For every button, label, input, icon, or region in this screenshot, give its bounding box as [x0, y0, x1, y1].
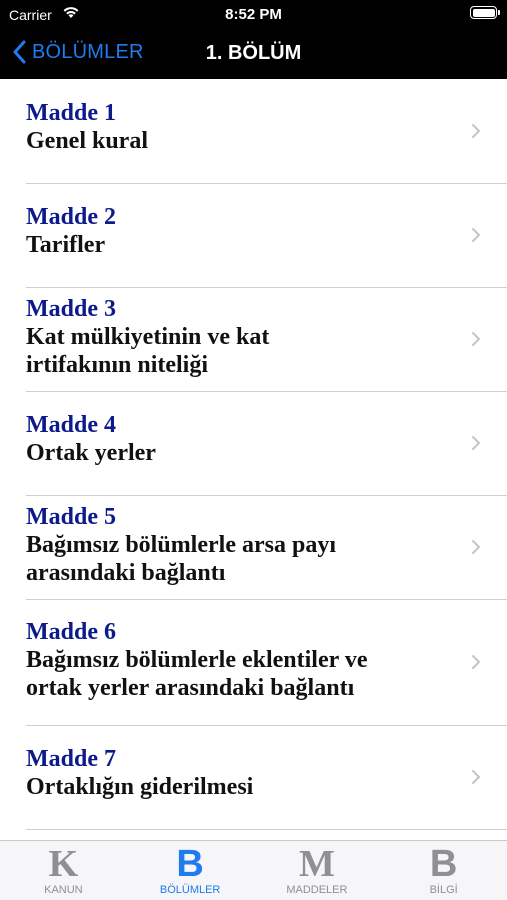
maddeler-m-icon: M [298, 843, 335, 885]
chevron-right-icon [472, 228, 480, 242]
chevron-right-icon [472, 655, 480, 669]
tab-bolumler[interactable]: B BÖLÜMLER [127, 841, 254, 900]
chevron-right-icon [472, 332, 480, 346]
madde-title-line-1: Kat mülkiyetinin ve kat [26, 324, 270, 350]
tab-maddeler[interactable]: M MADDELER [254, 841, 381, 900]
status-bar: Carrier 8:52 PM [0, 0, 507, 30]
page-title: 1. BÖLÜM [205, 42, 302, 64]
madde-title: Tarifler [26, 232, 106, 258]
madde-title: Ortak yerler [26, 440, 156, 466]
chevron-right-icon [472, 770, 480, 784]
tab-label: BÖLÜMLER [159, 884, 221, 896]
madde-number: Madde 5 [26, 504, 116, 530]
madde-number: Madde 3 [26, 296, 116, 322]
tab-label: MADDELER [286, 884, 348, 896]
madde-number: Madde 6 [26, 619, 116, 645]
tab-label: BİLGİ [429, 884, 458, 896]
list-item-madde-1[interactable]: Madde 1 Genel kural [0, 79, 507, 184]
navigation-bar: BÖLÜMLER 1. BÖLÜM [0, 30, 507, 79]
battery-icon [470, 6, 500, 19]
top-bar: Carrier 8:52 PM BÖLÜMLER 1. BÖLÜM [0, 0, 507, 79]
madde-title-line-1: Bağımsız bölümlerle eklentiler ve [26, 647, 368, 673]
chevron-right-icon [472, 436, 480, 450]
kanun-k-icon: K [48, 843, 79, 885]
tab-bilgi[interactable]: B BİLGİ [380, 841, 507, 900]
list-item-madde-2[interactable]: Madde 2 Tarifler [0, 183, 507, 288]
madde-title-line-2: arasındaki bağlantı [26, 560, 226, 586]
chevron-right-icon [472, 540, 480, 554]
madde-title-line-1: Bağımsız bölümlerle arsa payı [26, 532, 336, 558]
list-item-madde-7[interactable]: Madde 7 Ortaklığın giderilmesi [0, 725, 507, 830]
list-item-madde-3[interactable]: Madde 3 Kat mülkiyetinin ve kat irtifakı… [0, 287, 507, 392]
list-item-madde-6[interactable]: Madde 6 Bağımsız bölümlerle eklentiler v… [0, 599, 507, 726]
madde-number: Madde 7 [26, 746, 116, 772]
madde-title-line-2: irtifakının niteliği [26, 352, 209, 378]
divider [26, 829, 507, 830]
madde-number: Madde 2 [26, 204, 116, 230]
madde-list: Madde 1 Genel kural Madde 2 Tarifler Mad… [0, 79, 507, 830]
tab-label: KANUN [44, 884, 83, 896]
madde-title-line-2: ortak yerler arasındaki bağlantı [26, 675, 355, 701]
list-item-madde-4[interactable]: Madde 4 Ortak yerler [0, 391, 507, 496]
tab-bar: K KANUN B BÖLÜMLER M MADDELER B BİLGİ [0, 840, 507, 900]
madde-title: Genel kural [26, 128, 149, 154]
chevron-right-icon [472, 124, 480, 138]
madde-number: Madde 4 [26, 412, 116, 438]
bilgi-b-icon: B [429, 843, 458, 885]
tab-kanun[interactable]: K KANUN [0, 841, 127, 900]
status-time: 8:52 PM [225, 6, 282, 23]
bolumler-b-icon: B [176, 843, 204, 885]
madde-number: Madde 1 [26, 100, 116, 126]
madde-title: Ortaklığın giderilmesi [26, 774, 254, 800]
list-item-madde-5[interactable]: Madde 5 Bağımsız bölümlerle arsa payı ar… [0, 495, 507, 600]
